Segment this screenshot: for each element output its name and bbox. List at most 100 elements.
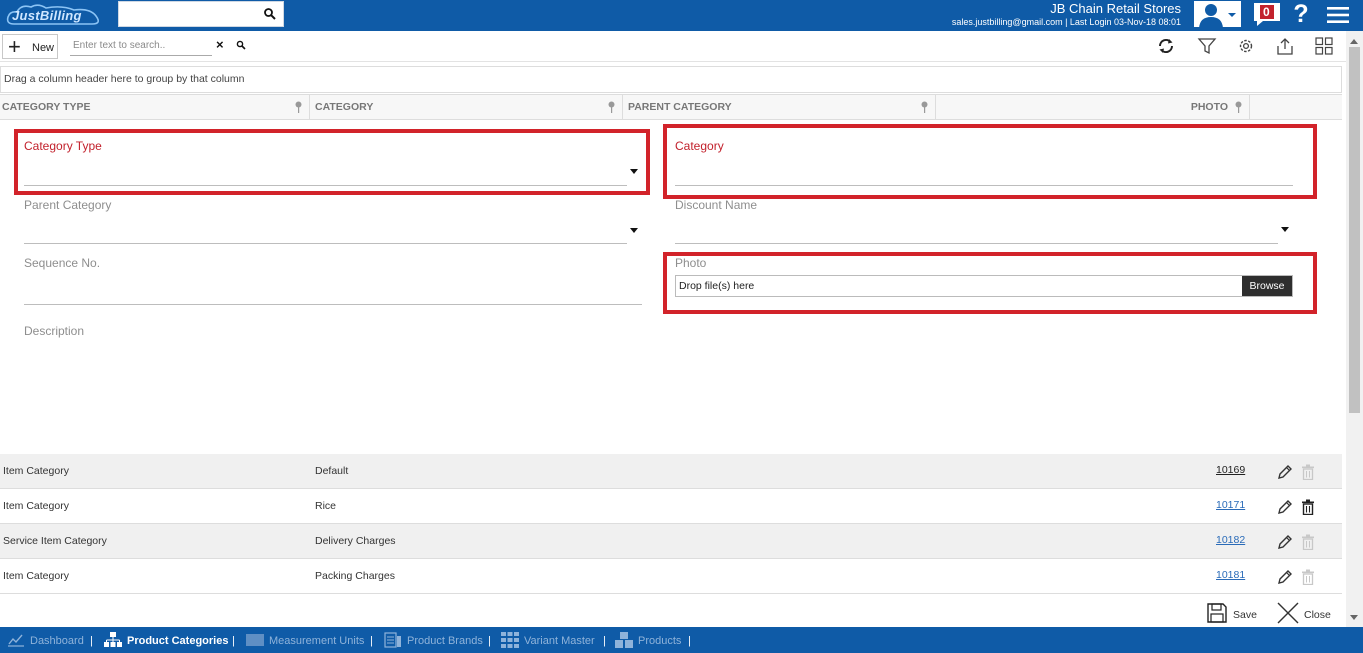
cell-category: Delivery Charges [315, 535, 396, 547]
delete-icon-disabled [1302, 464, 1314, 480]
categories-icon [104, 632, 122, 647]
login-info: sales.justbilling@gmail.com | Last Login… [951, 17, 1181, 27]
pin-icon[interactable] [1234, 101, 1243, 113]
cell-category-type: Service Item Category [3, 535, 107, 547]
filter-icon[interactable] [1196, 36, 1218, 56]
store-name: JB Chain Retail Stores [1050, 1, 1181, 16]
cell-category-type: Item Category [3, 500, 69, 512]
table-row[interactable]: Item Category Packing Charges 10181 [0, 559, 1342, 594]
new-button[interactable]: + New [2, 34, 58, 59]
bottom-navigation: Dashboard | Product Categories | Measure… [0, 627, 1363, 653]
notifications-button[interactable]: 0 [1253, 2, 1281, 26]
edit-icon[interactable] [1277, 464, 1293, 480]
settings-icon[interactable] [1235, 36, 1257, 56]
vertical-scrollbar[interactable] [1346, 31, 1363, 627]
save-button[interactable]: Save [1206, 602, 1258, 626]
cell-category: Rice [315, 500, 337, 512]
sequence-input[interactable] [24, 304, 642, 305]
clear-search-icon[interactable]: × [216, 38, 224, 52]
variant-icon [501, 632, 519, 648]
pin-icon[interactable] [607, 101, 616, 113]
nav-label: Measurement Units [269, 635, 365, 647]
global-search-input[interactable] [118, 1, 284, 27]
export-icon[interactable] [1274, 36, 1296, 56]
group-by-drop-zone[interactable]: Drag a column header here to group by th… [0, 66, 1342, 93]
parent-category-label: Parent Category [24, 198, 112, 212]
cell-category-type: Item Category [3, 465, 69, 477]
category-type-select[interactable] [24, 185, 627, 186]
grid-layout-icon[interactable] [1313, 36, 1335, 56]
plus-icon: + [8, 34, 21, 59]
category-label: Category [675, 139, 724, 153]
chevron-down-icon[interactable] [630, 228, 638, 233]
chevron-down-icon[interactable] [1281, 227, 1289, 232]
cell-category: Packing Charges [315, 570, 395, 582]
table-row[interactable]: Service Item Category Delivery Charges 1… [0, 524, 1342, 559]
parent-category-select[interactable] [24, 243, 627, 244]
delete-icon[interactable] [1301, 499, 1315, 515]
cell-photo-link[interactable]: 10181 [1216, 569, 1245, 581]
column-header-label: PARENT CATEGORY [628, 101, 732, 113]
logo[interactable]: JustBilling [4, 2, 104, 28]
column-header-label: CATEGORY TYPE [2, 101, 91, 113]
logo-text: JustBilling [12, 8, 82, 23]
hamburger-menu-icon[interactable] [1326, 5, 1350, 25]
highlight-category [663, 124, 1317, 199]
delete-icon-disabled [1302, 534, 1314, 550]
top-header: JustBilling JB Chain Retail Stores sales… [0, 0, 1363, 31]
save-label: Save [1233, 609, 1257, 621]
pin-icon[interactable] [294, 101, 303, 113]
cell-photo-link[interactable]: 10169 [1216, 464, 1245, 476]
column-header-photo[interactable]: PHOTO [936, 95, 1250, 120]
grid-toolbar: + New × [0, 31, 1346, 62]
nav-separator: | [370, 635, 373, 647]
category-input[interactable] [675, 185, 1293, 186]
column-header-category[interactable]: CATEGORY [310, 95, 623, 120]
nav-label: Dashboard [30, 635, 84, 647]
nav-separator: | [603, 635, 606, 647]
delete-icon-disabled [1302, 569, 1314, 585]
edit-icon[interactable] [1277, 534, 1293, 550]
products-icon [615, 632, 633, 648]
scroll-down-icon[interactable] [1350, 615, 1358, 620]
close-icon [1277, 602, 1299, 624]
refresh-icon[interactable] [1155, 36, 1177, 56]
new-button-label: New [32, 42, 55, 54]
nav-label: Variant Master [524, 635, 595, 647]
browse-button[interactable]: Browse [1242, 276, 1292, 296]
scrollbar-thumb[interactable] [1349, 47, 1360, 413]
table-row[interactable]: Item Category Default 10169 [0, 454, 1342, 489]
category-type-label: Category Type [24, 139, 102, 153]
description-label: Description [24, 324, 85, 338]
help-button[interactable]: ? [1290, 1, 1312, 27]
table-row[interactable]: Item Category Rice 10171 [0, 489, 1342, 524]
scroll-up-icon[interactable] [1350, 39, 1358, 44]
nav-separator: | [688, 635, 691, 647]
brands-icon [384, 632, 401, 648]
dashboard-icon [8, 634, 24, 647]
edit-icon[interactable] [1277, 499, 1293, 515]
nav-separator: | [232, 635, 235, 647]
discount-name-select[interactable] [675, 243, 1278, 244]
measurement-icon [246, 634, 264, 646]
chevron-down-icon[interactable] [630, 169, 638, 174]
edit-icon[interactable] [1277, 569, 1293, 585]
cell-photo-link[interactable]: 10171 [1216, 499, 1245, 511]
column-header-parent-category[interactable]: PARENT CATEGORY [623, 95, 936, 120]
grid-column-headers: CATEGORY TYPE CATEGORY PARENT CATEGORY P… [0, 94, 1342, 120]
pin-icon[interactable] [920, 101, 929, 113]
nav-label: Product Brands [407, 635, 483, 647]
photo-drop-text: Drop file(s) here [679, 280, 755, 292]
close-button[interactable]: Close [1276, 602, 1336, 626]
discount-name-label: Discount Name [675, 198, 758, 212]
group-by-hint: Drag a column header here to group by th… [4, 73, 245, 85]
photo-drop-zone[interactable]: Drop file(s) here Browse [675, 275, 1293, 297]
cell-photo-link[interactable]: 10182 [1216, 534, 1245, 546]
grid-search-input[interactable] [70, 36, 212, 56]
search-icon[interactable] [236, 40, 246, 50]
column-header-category-type[interactable]: CATEGORY TYPE [0, 95, 310, 120]
column-header-label: PHOTO [1190, 101, 1228, 113]
user-menu-button[interactable] [1193, 0, 1242, 28]
description-input[interactable] [24, 342, 1318, 442]
search-icon[interactable] [263, 7, 277, 21]
